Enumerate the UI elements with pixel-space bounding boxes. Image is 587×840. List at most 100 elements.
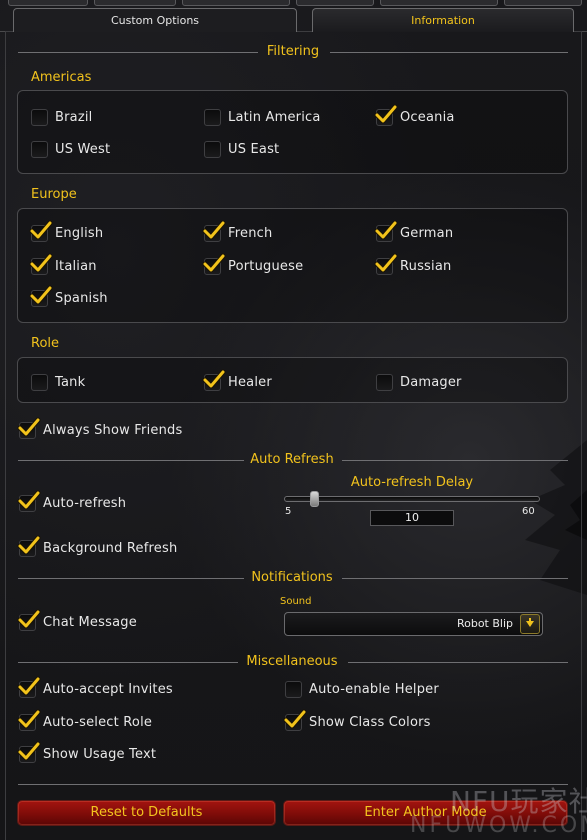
checkbox-label: Auto-refresh <box>43 495 127 511</box>
checkbox[interactable] <box>374 220 398 242</box>
checkbox-auto-refresh[interactable]: Auto-refresh <box>17 490 127 513</box>
reset-defaults-button[interactable]: Reset to Defaults <box>17 800 276 826</box>
checkbox-background-refresh[interactable]: Background Refresh <box>17 535 178 558</box>
checkmark-icon <box>374 220 398 239</box>
checkbox-label: Oceania <box>400 109 455 125</box>
tab-stub[interactable] <box>182 0 290 6</box>
checkbox[interactable] <box>285 680 302 698</box>
checkbox-oceania[interactable]: Oceania <box>374 104 455 127</box>
checkbox-german[interactable]: German <box>374 220 453 243</box>
checkbox-show-usage-text[interactable]: Show Usage Text <box>17 741 156 764</box>
checkbox[interactable] <box>31 373 48 391</box>
slider-thumb[interactable] <box>309 491 319 507</box>
checkbox-show-class-colors[interactable]: Show Class Colors <box>283 709 431 732</box>
checkbox-spanish[interactable]: Spanish <box>29 285 108 308</box>
checkbox[interactable] <box>29 285 53 307</box>
checkbox-label: Damager <box>400 374 462 390</box>
checkbox-label: Chat Message <box>43 614 137 630</box>
checkbox[interactable] <box>17 709 41 731</box>
checkbox-brazil[interactable]: Brazil <box>31 107 92 127</box>
checkbox[interactable] <box>376 373 393 391</box>
checkbox-us-west[interactable]: US West <box>31 139 110 159</box>
checkbox[interactable] <box>374 104 398 126</box>
divider <box>18 662 238 663</box>
checkbox-label: Brazil <box>55 109 93 125</box>
checkbox[interactable] <box>17 676 41 698</box>
checkmark-icon <box>374 104 398 123</box>
checkbox-us-east[interactable]: US East <box>204 139 279 159</box>
checkbox-auto-enable-helper[interactable]: Auto-enable Helper <box>285 679 439 699</box>
chevron-down-icon <box>526 618 534 627</box>
sound-dropdown-button[interactable] <box>520 614 540 634</box>
checkbox-english[interactable]: English <box>29 220 103 243</box>
checkbox[interactable] <box>202 220 226 242</box>
checkbox[interactable] <box>17 417 41 439</box>
checkbox-label: Background Refresh <box>43 540 178 556</box>
checkbox-portuguese[interactable]: Portuguese <box>202 253 304 276</box>
tab-stub[interactable] <box>504 0 582 6</box>
checkbox-label: Auto-enable Helper <box>309 681 439 697</box>
checkbox-french[interactable]: French <box>202 220 272 243</box>
checkbox[interactable] <box>29 220 53 242</box>
group-label-europe: Europe <box>31 187 77 202</box>
checkbox[interactable] <box>283 709 307 731</box>
checkmark-icon <box>29 285 53 304</box>
checkbox-always-show-friends[interactable]: Always Show Friends <box>17 417 182 440</box>
checkbox[interactable] <box>17 609 41 631</box>
checkmark-icon <box>17 676 41 695</box>
checkbox[interactable] <box>29 253 53 275</box>
section-title-auto-refresh: Auto Refresh <box>250 452 334 467</box>
checkmark-icon <box>283 709 307 728</box>
checkbox-label: Russian <box>400 258 452 274</box>
checkbox-label: US West <box>55 141 111 157</box>
checkbox[interactable] <box>202 253 226 275</box>
checkbox-chat-message[interactable]: Chat Message <box>17 609 137 632</box>
checkbox[interactable] <box>31 108 48 126</box>
tab-stub[interactable] <box>8 0 88 6</box>
section-title-miscellaneous: Miscellaneous <box>246 654 338 669</box>
tab-stub[interactable] <box>94 0 176 6</box>
checkmark-icon <box>202 253 226 272</box>
checkbox[interactable] <box>374 253 398 275</box>
slider-track[interactable] <box>284 496 540 502</box>
divider <box>342 460 568 461</box>
sound-dropdown-value: Robot Blip <box>456 617 513 630</box>
divider <box>18 460 244 461</box>
slider-label: Auto-refresh Delay <box>350 475 474 490</box>
checkbox-latin-america[interactable]: Latin America <box>204 107 321 127</box>
role-box <box>17 357 568 403</box>
checkbox-auto-accept-invites[interactable]: Auto-accept Invites <box>17 676 173 699</box>
divider <box>18 52 258 53</box>
checkbox-healer[interactable]: Healer <box>202 369 272 392</box>
checkbox-label: Auto-accept Invites <box>43 681 173 697</box>
tab-information[interactable]: Information <box>312 8 574 32</box>
tab-stub[interactable] <box>380 0 498 6</box>
checkbox-tank[interactable]: Tank <box>31 372 85 392</box>
checkbox-label: Latin America <box>228 109 321 125</box>
checkbox-auto-select-role[interactable]: Auto-select Role <box>17 709 152 732</box>
slider-value-box[interactable]: 10 <box>370 510 454 526</box>
checkmark-icon <box>202 220 226 239</box>
divider <box>348 662 568 663</box>
group-label-americas: Americas <box>31 70 92 85</box>
checkmark-icon <box>29 220 53 239</box>
checkbox[interactable] <box>17 490 41 512</box>
checkmark-icon <box>17 609 41 628</box>
checkbox[interactable] <box>17 741 41 763</box>
checkmark-icon <box>17 490 41 509</box>
checkbox-russian[interactable]: Russian <box>374 253 452 276</box>
checkbox-damager[interactable]: Damager <box>376 372 462 392</box>
checkbox[interactable] <box>204 108 221 126</box>
tab-custom-options[interactable]: Custom Options <box>13 8 297 32</box>
checkbox[interactable] <box>31 140 48 158</box>
checkbox-italian[interactable]: Italian <box>29 253 97 276</box>
checkbox-label: Italian <box>55 258 97 274</box>
checkbox[interactable] <box>17 535 41 557</box>
tab-stub[interactable] <box>296 0 374 6</box>
checkbox-label: Portuguese <box>228 258 304 274</box>
watermark-url: NFUWOW.COM <box>410 813 587 838</box>
checkbox[interactable] <box>204 140 221 158</box>
checkbox[interactable] <box>202 369 226 391</box>
divider <box>342 578 568 579</box>
checkbox-label: Spanish <box>55 290 108 306</box>
